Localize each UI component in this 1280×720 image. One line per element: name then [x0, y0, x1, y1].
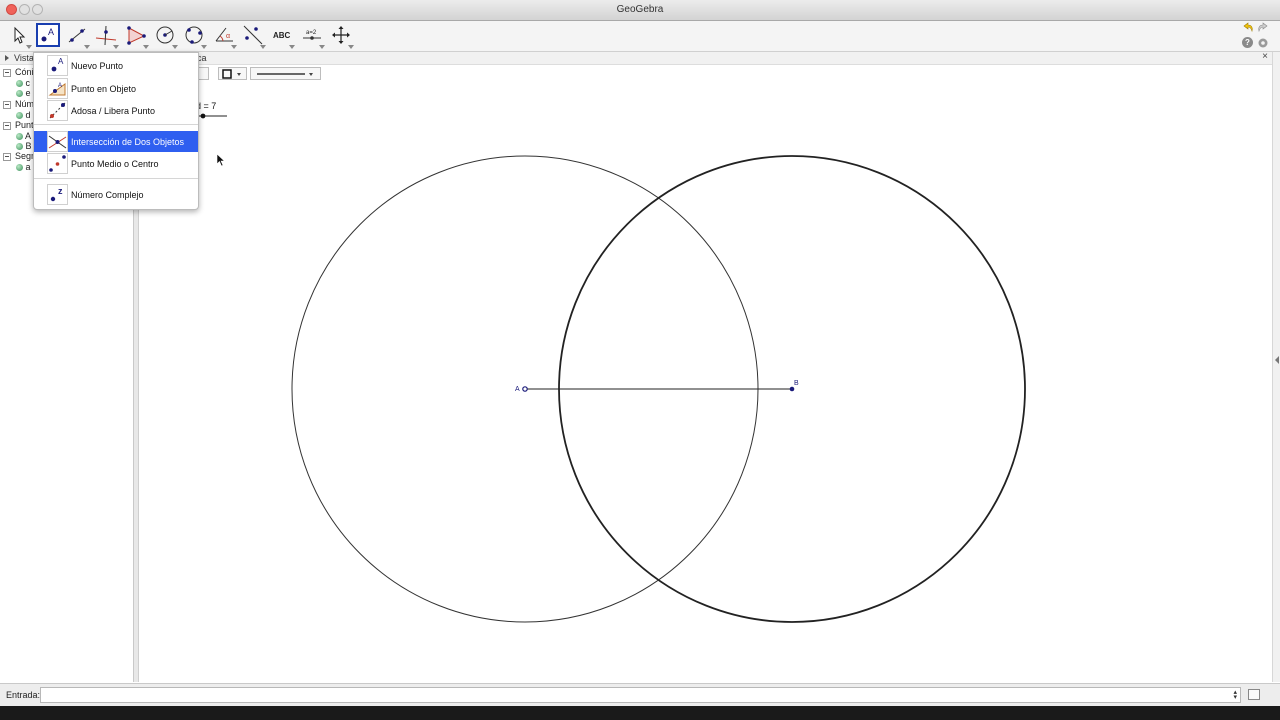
menu-item-new-point[interactable]: A Nuevo Punto	[34, 55, 198, 76]
attach-detach-point-icon	[47, 100, 68, 121]
geogebra-window: GeoGebra A α ABC a=2 ? Vista Cónic c e N…	[0, 0, 1280, 706]
expand-arrow-icon[interactable]	[1275, 356, 1279, 364]
menu-item-attach-detach-point[interactable]: Adosa / Libera Punto	[34, 100, 198, 121]
midpoint-icon	[47, 153, 68, 174]
menu-item-intersect[interactable]: Intersección de Dos Objetos	[34, 131, 198, 152]
intersect-icon	[47, 131, 68, 152]
point-tools-menu: A Nuevo Punto A Punto en Objeto Adosa / …	[33, 52, 199, 210]
menu-item-complex-number[interactable]: z Número Complejo	[34, 184, 198, 205]
mouse-cursor-icon	[216, 153, 226, 167]
right-collapse-strip[interactable]	[1272, 52, 1280, 682]
svg-text:A: A	[58, 57, 64, 66]
point-b[interactable]	[789, 386, 795, 392]
point-b-label: B	[794, 380, 799, 387]
menu-item-point-on-object[interactable]: A Punto en Objeto	[34, 78, 198, 99]
history-stepper-icon[interactable]: ▴ ▾	[1233, 689, 1237, 701]
input-field[interactable]: ▴ ▾	[40, 687, 1241, 703]
menu-separator	[34, 178, 198, 179]
point-a[interactable]	[522, 386, 528, 392]
svg-text:A: A	[58, 83, 62, 89]
point-a-label: A	[515, 386, 520, 393]
menu-separator	[34, 124, 198, 125]
symbol-table-button[interactable]	[1248, 689, 1260, 700]
slider-d-label: d = 7	[196, 101, 217, 111]
svg-text:z: z	[58, 186, 63, 196]
complex-number-icon: z	[47, 184, 68, 205]
new-point-icon: A	[47, 55, 68, 76]
input-bar: Entrada: ▴ ▾	[0, 683, 1280, 706]
point-on-object-icon: A	[47, 78, 68, 99]
input-label: Entrada:	[6, 690, 41, 700]
menu-item-midpoint[interactable]: Punto Medio o Centro	[34, 153, 198, 174]
slider-d-handle[interactable]	[200, 113, 206, 119]
